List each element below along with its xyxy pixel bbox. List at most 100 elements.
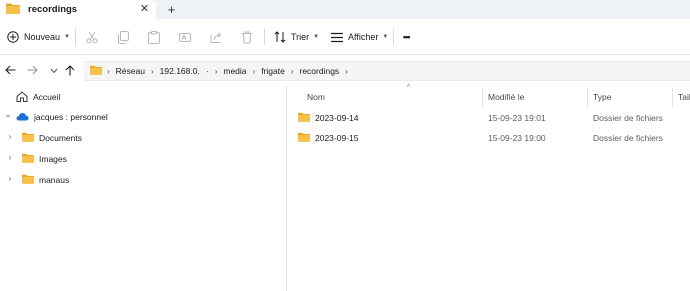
rename-button[interactable] — [179, 27, 191, 47]
expand-closed-icon[interactable]: › — [5, 174, 15, 183]
onedrive-cloud-icon — [16, 112, 29, 123]
share-button[interactable] — [210, 27, 222, 47]
nav-item-label: Images — [39, 154, 67, 164]
sort-ascending-icon: ^ — [407, 84, 411, 91]
column-divider[interactable] — [482, 88, 483, 108]
back-button[interactable] — [2, 63, 18, 79]
nav-item-label: manaus — [39, 175, 70, 185]
breadcrumb-frigate[interactable]: frigate — [261, 66, 285, 76]
column-divider[interactable] — [672, 88, 673, 108]
file-type: Dossier de fichiers — [593, 133, 663, 143]
breadcrumb-separator: › — [345, 66, 348, 76]
breadcrumb-separator: › — [214, 66, 218, 76]
copy-button[interactable] — [117, 27, 129, 47]
breadcrumb-separator: › — [150, 66, 154, 76]
column-header-modified[interactable]: Modifié le — [488, 86, 588, 108]
nav-item-label: Accueil — [33, 92, 61, 102]
breadcrumb-recordings[interactable]: recordings — [299, 66, 339, 76]
copy-icon — [117, 30, 129, 44]
breadcrumb-network[interactable]: Réseau — [116, 66, 145, 76]
delete-button[interactable] — [241, 27, 253, 47]
nav-item-onedrive[interactable]: jacques : personnel — [16, 107, 108, 127]
recent-locations-button[interactable] — [46, 63, 62, 79]
toolbar-divider — [75, 29, 76, 45]
nav-item-images[interactable]: Images — [22, 149, 67, 169]
expand-closed-icon[interactable]: › — [5, 132, 15, 141]
expand-open-icon[interactable]: ⌄ — [3, 110, 13, 119]
folder-icon — [22, 153, 34, 165]
more-button[interactable]: ••• — [403, 27, 411, 47]
file-name-cell: 2023-09-15 — [298, 128, 358, 148]
toolbar-divider — [393, 29, 394, 45]
chevron-down-icon: ▼ — [64, 34, 70, 40]
delete-icon — [241, 31, 253, 44]
column-header-name-label: Nom — [307, 92, 325, 102]
paste-button[interactable] — [148, 27, 160, 47]
breadcrumb-separator: › — [107, 66, 110, 76]
column-header-type[interactable]: Type — [593, 86, 673, 108]
nav-item-label: Documents — [39, 133, 82, 143]
file-name: 2023-09-14 — [315, 113, 359, 123]
breadcrumb-host-suffix: · — [205, 66, 209, 76]
toolbar-divider — [264, 29, 265, 45]
column-divider[interactable] — [587, 88, 588, 108]
nav-item-label: jacques : personnel — [34, 112, 108, 122]
chevron-down-icon — [50, 66, 58, 76]
breadcrumb-host[interactable]: 192.168.0. — [160, 66, 200, 76]
file-name-cell: 2023-09-14 — [298, 108, 358, 128]
new-button[interactable]: Nouveau ▼ — [7, 27, 70, 47]
modified-date: 15-09-23 19:01 — [488, 113, 546, 123]
column-header-size-label: Tail — [678, 92, 690, 102]
navigation-pane: Accueil ⌄ jacques : personnel › Document… — [0, 86, 287, 291]
forward-button[interactable] — [24, 63, 40, 79]
folder-icon — [90, 65, 102, 77]
command-bar: Nouveau ▼ Trier ▼ Afficher ▼ ••• — [0, 19, 690, 55]
column-header-modified-label: Modifié le — [488, 92, 525, 102]
view-button[interactable]: Afficher ▼ — [331, 27, 388, 47]
close-tab-icon[interactable]: ✕ — [138, 3, 151, 16]
sort-button[interactable]: Trier ▼ — [274, 27, 319, 47]
share-icon — [210, 31, 222, 44]
sort-button-label: Trier — [291, 32, 310, 42]
modified-date: 15-09-23 19:00 — [488, 133, 546, 143]
rename-icon — [179, 31, 191, 44]
plus-circle-icon — [7, 31, 19, 43]
expand-closed-icon[interactable]: › — [5, 153, 15, 162]
folder-icon — [22, 174, 34, 186]
column-header-name[interactable]: Nom ^ — [307, 84, 482, 108]
nav-item-documents[interactable]: Documents — [22, 128, 82, 148]
address-bar[interactable]: › Réseau › 192.168.0. · › media › frigat… — [84, 61, 690, 81]
file-list: Nom ^ Modifié le Type Tail 2023-09-14 15… — [288, 84, 690, 291]
tab-strip: recordings ✕ + — [0, 0, 690, 19]
nav-item-home[interactable]: Accueil — [16, 87, 60, 107]
column-header-type-label: Type — [593, 92, 612, 102]
tab-title: recordings — [28, 4, 78, 15]
sort-icon — [274, 31, 286, 43]
cut-button[interactable] — [86, 27, 98, 47]
home-icon — [16, 90, 28, 104]
folder-icon — [22, 132, 34, 144]
paste-icon — [148, 30, 160, 44]
nav-item-manaus[interactable]: manaus — [22, 170, 69, 190]
table-row[interactable]: 2023-09-14 15-09-23 19:01 Dossier de fic… — [288, 108, 690, 128]
column-header-size[interactable]: Tail — [678, 86, 690, 108]
file-name: 2023-09-15 — [315, 133, 359, 143]
folder-icon — [6, 3, 20, 16]
view-icon — [331, 32, 343, 43]
arrow-up-icon — [65, 64, 75, 78]
breadcrumb-media[interactable]: media — [223, 66, 246, 76]
arrow-left-icon — [4, 65, 16, 77]
folder-icon — [298, 132, 310, 144]
new-tab-icon[interactable]: + — [164, 2, 179, 17]
new-button-label: Nouveau — [24, 32, 61, 42]
table-row[interactable]: 2023-09-15 15-09-23 19:00 Dossier de fic… — [288, 128, 690, 148]
up-button[interactable] — [62, 63, 78, 79]
tab-recordings[interactable]: recordings ✕ — [0, 0, 156, 19]
more-icon: ••• — [403, 32, 411, 42]
breadcrumb-separator: › — [252, 66, 256, 76]
view-button-label: Afficher — [348, 32, 379, 42]
cut-icon — [86, 31, 98, 44]
address-row: › Réseau › 192.168.0. · › media › frigat… — [0, 56, 690, 86]
chevron-down-icon: ▼ — [313, 34, 320, 40]
folder-icon — [298, 112, 310, 124]
